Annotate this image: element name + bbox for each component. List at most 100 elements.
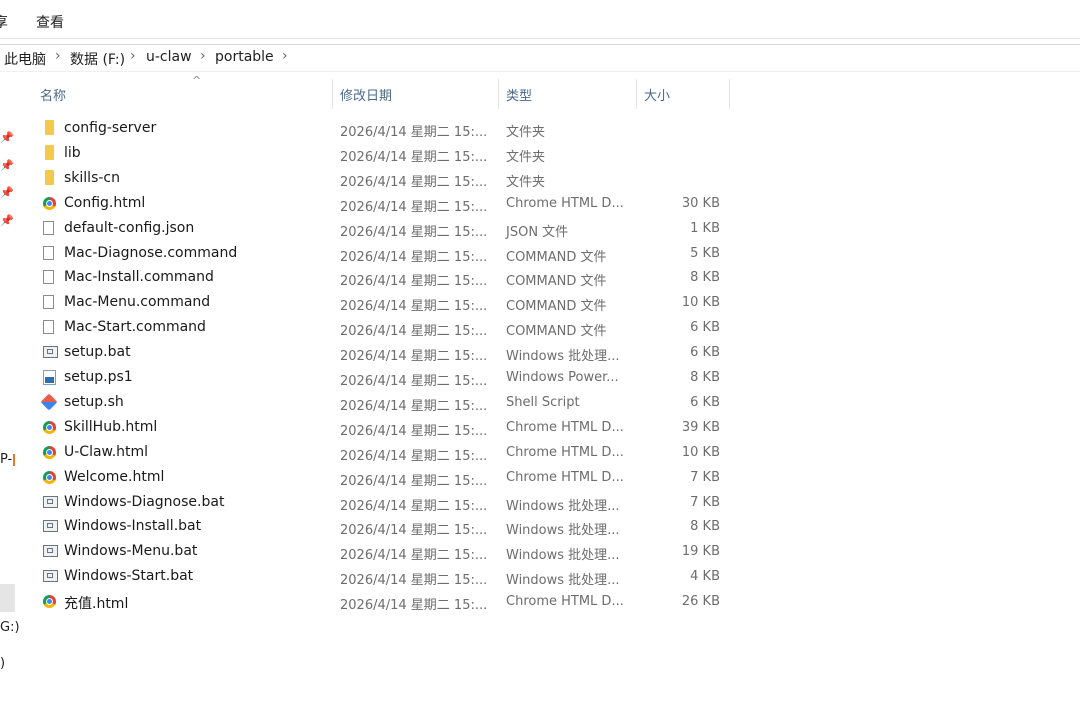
file-row[interactable]: setup.sh 2026/4/14 星期二 15:... Shell Script… [0, 390, 740, 415]
file-type: Windows 批处理... [506, 498, 620, 514]
file-type: COMMAND 文件 [506, 324, 607, 340]
file-type: Windows 批处理... [506, 349, 620, 365]
file-size: 5 KB [690, 245, 720, 261]
file-date-modified: 2026/4/14 星期二 15:... [340, 324, 488, 340]
ribbon: ч 享 查看 [0, 0, 1080, 39]
file-row[interactable]: lib 2026/4/14 星期二 15:... 文件夹 [0, 141, 740, 166]
file-row[interactable]: Windows-Install.bat 2026/4/14 星期二 15:... W… [0, 514, 740, 539]
column-divider[interactable] [636, 79, 637, 109]
file-size: 26 KB [681, 594, 720, 610]
nav-item-fragment-drive[interactable]: G:) [0, 620, 20, 635]
column-divider[interactable] [498, 79, 499, 109]
file-row[interactable]: Welcome.html 2026/4/14 星期二 15:... Chrome H… [0, 465, 740, 490]
file-date-modified: 2026/4/14 星期二 15:... [340, 598, 488, 614]
batch-file-icon [43, 570, 58, 583]
file-size: 7 KB [690, 469, 720, 485]
file-name: Config.html [64, 194, 146, 211]
file-name: default-config.json [64, 219, 195, 236]
file-type: Chrome HTML D... [506, 419, 624, 435]
address-bar[interactable]: 此电脑 › 数据 (F:) › u-claw › portable › [0, 44, 1080, 72]
folder-icon [45, 120, 54, 135]
file-type: Chrome HTML D... [506, 469, 624, 485]
file-name: config-server [64, 120, 157, 136]
file-row[interactable]: Mac-Install.command 2026/4/14 星期二 15:... C… [0, 265, 740, 290]
file-date-modified: 2026/4/14 星期二 15:... [340, 125, 488, 140]
file-row[interactable]: U-Claw.html 2026/4/14 星期二 15:... Chrome HT… [0, 440, 740, 465]
column-header-date[interactable]: 修改日期 [340, 85, 392, 104]
file-row[interactable]: config-server 2026/4/14 星期二 15:... 文件夹 [0, 116, 740, 141]
nav-item-fragment[interactable]: ) [0, 656, 5, 671]
file-row[interactable]: Mac-Start.command 2026/4/14 星期二 15:... COM… [0, 315, 740, 340]
file-name: Mac-Menu.command [64, 294, 211, 311]
breadcrumb-portable[interactable]: portable [215, 49, 274, 65]
file-row[interactable]: Mac-Menu.command 2026/4/14 星期二 15:... COMM… [0, 290, 740, 315]
ribbon-tab-view[interactable]: 查看 [36, 12, 64, 32]
file-row[interactable]: Windows-Diagnose.bat 2026/4/14 星期二 15:...… [0, 490, 740, 515]
breadcrumb-u-claw[interactable]: u-claw [146, 49, 192, 65]
file-row[interactable]: Config.html 2026/4/14 星期二 15:... Chrome HT… [0, 191, 740, 216]
file-type: Windows Power... [506, 370, 619, 385]
file-row[interactable]: SkillHub.html 2026/4/14 星期二 15:... Chrome … [0, 415, 740, 440]
document-icon [43, 220, 54, 235]
file-date-modified: 2026/4/14 星期二 15:... [340, 349, 488, 365]
file-name: setup.ps1 [64, 369, 133, 385]
column-divider[interactable] [729, 79, 730, 109]
file-name: Mac-Start.command [64, 319, 206, 336]
file-size: 30 KB [681, 195, 720, 211]
file-type: Shell Script [506, 394, 580, 410]
file-name: Windows-Install.bat [64, 518, 202, 535]
breadcrumb-drive-f[interactable]: 数据 (F:) [70, 49, 125, 69]
chrome-icon [43, 420, 56, 434]
chevron-right-icon[interactable]: › [200, 48, 206, 64]
document-icon [43, 245, 54, 260]
chevron-right-icon[interactable]: › [55, 48, 61, 64]
file-row[interactable]: setup.ps1 2026/4/14 星期二 15:... Windows Pow… [0, 365, 740, 390]
file-row[interactable]: Windows-Start.bat 2026/4/14 星期二 15:... Win… [0, 564, 740, 589]
file-date-modified: 2026/4/14 星期二 15:... [340, 398, 488, 414]
file-type: 文件夹 [506, 174, 546, 190]
file-size: 39 KB [681, 419, 720, 435]
column-header-type[interactable]: 类型 [506, 85, 532, 104]
file-size: 10 KB [681, 444, 720, 460]
file-row[interactable]: setup.bat 2026/4/14 星期二 15:... Windows 批处理… [0, 340, 740, 365]
batch-file-icon [43, 545, 58, 558]
file-size: 6 KB [690, 320, 720, 336]
file-name: U-Claw.html [64, 443, 149, 460]
file-row[interactable]: 充值.html 2026/4/14 星期二 15:... Chrome HTML D… [0, 589, 740, 614]
file-name: setup.sh [64, 393, 124, 410]
file-row[interactable]: Windows-Menu.bat 2026/4/14 星期二 15:... Wind… [0, 539, 740, 564]
file-name: Windows-Start.bat [64, 568, 194, 585]
batch-file-icon [43, 495, 58, 508]
file-size: 1 KB [690, 220, 720, 236]
file-row[interactable]: Mac-Diagnose.command 2026/4/14 星期二 15:...… [0, 241, 740, 266]
shell-script-icon [40, 393, 58, 411]
column-header-row: ^ 名称 修改日期 类型 大小 [16, 72, 736, 112]
folder-icon [45, 169, 54, 185]
powershell-icon [43, 370, 56, 385]
chevron-right-icon[interactable]: › [282, 48, 288, 64]
file-row[interactable]: default-config.json 2026/4/14 星期二 15:... J… [0, 216, 740, 241]
file-size: 8 KB [690, 270, 720, 286]
file-date-modified: 2026/4/14 星期二 15:... [340, 274, 488, 290]
file-type: 文件夹 [506, 149, 546, 165]
quick-access-glyph: ч [0, 0, 4, 4]
file-date-modified: 2026/4/14 星期二 15:... [340, 573, 488, 589]
file-date-modified: 2026/4/14 星期二 15:... [340, 548, 488, 564]
ribbon-tab-share[interactable]: 享 [0, 12, 8, 32]
breadcrumb-this-pc[interactable]: 此电脑 [4, 49, 46, 69]
file-name: 充值.html [64, 596, 129, 613]
chrome-icon [43, 470, 56, 484]
file-date-modified: 2026/4/14 星期二 15:... [340, 149, 488, 165]
file-name: Mac-Diagnose.command [64, 244, 238, 261]
file-type: Chrome HTML D... [506, 195, 624, 211]
file-row[interactable]: skills-cn 2026/4/14 星期二 15:... 文件夹 [0, 166, 740, 191]
column-divider[interactable] [332, 79, 333, 109]
file-size: 10 KB [681, 295, 720, 311]
column-header-size[interactable]: 大小 [644, 85, 670, 104]
file-name: Windows-Diagnose.bat [64, 493, 225, 510]
file-name: lib [64, 144, 81, 161]
chevron-right-icon[interactable]: › [130, 48, 136, 64]
column-header-name[interactable]: 名称 [40, 85, 66, 104]
file-date-modified: 2026/4/14 星期二 15:... [340, 448, 488, 464]
file-type: 文件夹 [506, 125, 546, 140]
